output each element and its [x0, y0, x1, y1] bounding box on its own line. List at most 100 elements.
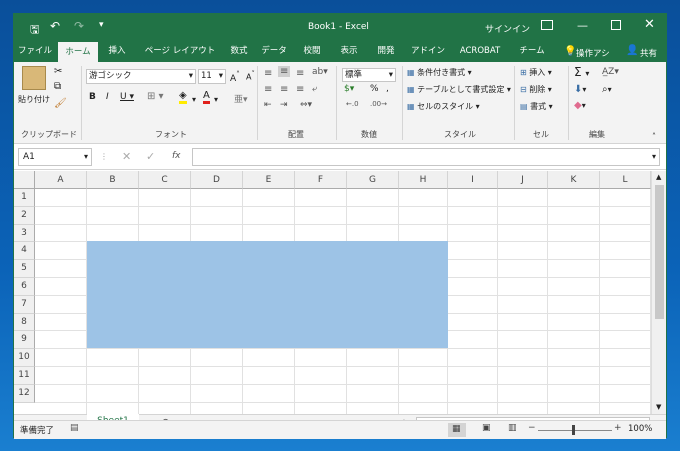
cut-icon[interactable]: ✂: [54, 66, 62, 77]
decrease-indent-icon[interactable]: ⇤: [264, 100, 272, 110]
undo-icon[interactable]: ↶: [50, 19, 60, 33]
tab-data[interactable]: データ: [256, 41, 292, 62]
align-top-icon[interactable]: ≡: [264, 68, 272, 79]
column-header[interactable]: A: [35, 171, 87, 189]
decrease-decimal-icon[interactable]: .00→: [370, 100, 387, 108]
column-header[interactable]: D: [191, 171, 243, 189]
column-header[interactable]: F: [295, 171, 347, 189]
cell-styles-button[interactable]: ▦ セルのスタイル ▾: [407, 101, 480, 112]
tab-review[interactable]: 校閲: [294, 41, 330, 62]
row-header[interactable]: 2: [14, 206, 35, 225]
row-header[interactable]: 1: [14, 189, 35, 207]
copy-icon[interactable]: ⧉: [54, 81, 61, 92]
select-all-button[interactable]: [14, 171, 35, 189]
formula-input[interactable]: ▾: [192, 148, 660, 166]
selection-range[interactable]: [87, 241, 448, 348]
page-layout-view-icon[interactable]: ▣: [482, 423, 491, 433]
collapse-ribbon-icon[interactable]: ˄: [652, 132, 656, 141]
fill-color-dropdown-icon[interactable]: ▾: [192, 95, 196, 104]
autosum-icon[interactable]: Σ ▾: [574, 65, 589, 79]
bold-icon[interactable]: B: [89, 92, 96, 102]
column-header[interactable]: C: [139, 171, 191, 189]
enter-icon[interactable]: ✓: [146, 150, 155, 163]
italic-icon[interactable]: I: [106, 92, 109, 102]
tell-me-input[interactable]: 操作アシ: [576, 47, 610, 59]
minimize-icon[interactable]: —: [577, 19, 588, 32]
column-header[interactable]: H: [399, 171, 448, 189]
fill-icon[interactable]: ⬇▾: [574, 84, 586, 95]
row-header[interactable]: 8: [14, 313, 35, 332]
macro-record-icon[interactable]: ▤: [70, 423, 79, 433]
format-cells-button[interactable]: ▤ 書式 ▾: [520, 101, 553, 112]
find-icon[interactable]: ⌕▾: [602, 84, 612, 95]
conditional-format-button[interactable]: ▦ 条件付き書式 ▾: [407, 67, 472, 78]
underline-icon[interactable]: U ▾: [120, 92, 134, 102]
shrink-font-icon[interactable]: A˅: [246, 70, 255, 82]
align-middle-icon[interactable]: ≡: [278, 66, 291, 77]
percent-icon[interactable]: %: [370, 84, 379, 94]
save-icon[interactable]: 🖫: [30, 21, 39, 40]
cancel-icon[interactable]: ✕: [122, 150, 131, 163]
ribbon-display-icon[interactable]: [541, 20, 553, 30]
font-size-select[interactable]: 11 ▾: [198, 69, 226, 84]
align-left-icon[interactable]: ≡: [264, 84, 272, 95]
font-color-icon[interactable]: A: [203, 90, 210, 104]
close-icon[interactable]: ✕: [644, 17, 655, 32]
tab-team[interactable]: チーム: [512, 41, 552, 62]
vertical-scrollbar[interactable]: ▲ ▼: [651, 171, 666, 414]
row-header[interactable]: 5: [14, 260, 35, 278]
row-header[interactable]: 9: [14, 331, 35, 350]
align-center-icon[interactable]: ≡: [280, 84, 288, 95]
phonetic-icon[interactable]: 亜▾: [234, 92, 248, 105]
wrap-text-icon[interactable]: ⤶: [312, 84, 317, 94]
column-header[interactable]: E: [243, 171, 295, 189]
share-button[interactable]: 共有: [640, 47, 657, 59]
column-header[interactable]: K: [548, 171, 600, 189]
align-bottom-icon[interactable]: ≡: [296, 68, 304, 79]
zoom-level[interactable]: 100%: [628, 424, 652, 434]
row-header[interactable]: 10: [14, 349, 35, 367]
insert-function-button[interactable]: fx: [172, 151, 181, 161]
font-color-dropdown-icon[interactable]: ▾: [214, 95, 218, 104]
tab-home[interactable]: ホーム: [58, 42, 98, 62]
maximize-icon[interactable]: [611, 20, 621, 30]
tab-insert[interactable]: 挿入: [100, 41, 134, 62]
format-as-table-button[interactable]: ▦ テーブルとして書式設定 ▾: [407, 84, 511, 95]
column-header[interactable]: J: [498, 171, 548, 189]
font-name-select[interactable]: 游ゴシック ▾: [86, 69, 196, 84]
customize-qat-icon[interactable]: ▾: [99, 20, 104, 30]
signin-link[interactable]: サインイン: [485, 22, 530, 35]
zoom-slider[interactable]: [538, 430, 612, 431]
page-break-view-icon[interactable]: ▥: [508, 423, 517, 433]
align-right-icon[interactable]: ≡: [296, 84, 304, 95]
grow-font-icon[interactable]: A˄: [230, 70, 240, 84]
tab-addins[interactable]: アドイン: [408, 41, 448, 62]
vertical-scroll-thumb[interactable]: [655, 185, 664, 319]
row-header[interactable]: 11: [14, 367, 35, 385]
column-header[interactable]: I: [448, 171, 498, 189]
zoom-in-icon[interactable]: +: [614, 423, 622, 433]
tab-formulas[interactable]: 数式: [224, 41, 254, 62]
tab-page-layout[interactable]: ページ レイアウト: [136, 41, 224, 62]
merge-center-icon[interactable]: ⇔▾: [300, 100, 312, 110]
worksheet-grid[interactable]: ABCDEFGHIJKL 1 2 3 4 5 6 7 8 9 10 11 12 ▲ ▼: [14, 171, 666, 414]
borders-icon[interactable]: ⊞ ▾: [147, 91, 164, 102]
tab-view[interactable]: 表示: [332, 41, 366, 62]
currency-icon[interactable]: $▾: [344, 84, 354, 94]
row-header[interactable]: 7: [14, 295, 35, 314]
tab-file[interactable]: ファイル: [16, 41, 54, 62]
scroll-down-icon[interactable]: ▼: [656, 403, 661, 411]
orientation-icon[interactable]: ab▾: [312, 67, 328, 77]
increase-indent-icon[interactable]: ⇥: [280, 100, 288, 110]
number-format-select[interactable]: 標準 ▾: [342, 68, 396, 82]
tab-acrobat[interactable]: ACROBAT: [452, 41, 508, 62]
insert-cells-button[interactable]: ⊞ 挿入 ▾: [520, 67, 552, 78]
row-header[interactable]: 12: [14, 384, 35, 403]
delete-cells-button[interactable]: ⊟ 削除 ▾: [520, 84, 552, 95]
scroll-up-icon[interactable]: ▲: [656, 173, 661, 181]
row-header[interactable]: 6: [14, 278, 35, 296]
column-header[interactable]: B: [87, 171, 139, 189]
increase-decimal-icon[interactable]: ←.0: [346, 100, 359, 108]
tab-developer[interactable]: 開発: [368, 41, 404, 62]
name-box[interactable]: A1 ▾: [18, 148, 92, 166]
